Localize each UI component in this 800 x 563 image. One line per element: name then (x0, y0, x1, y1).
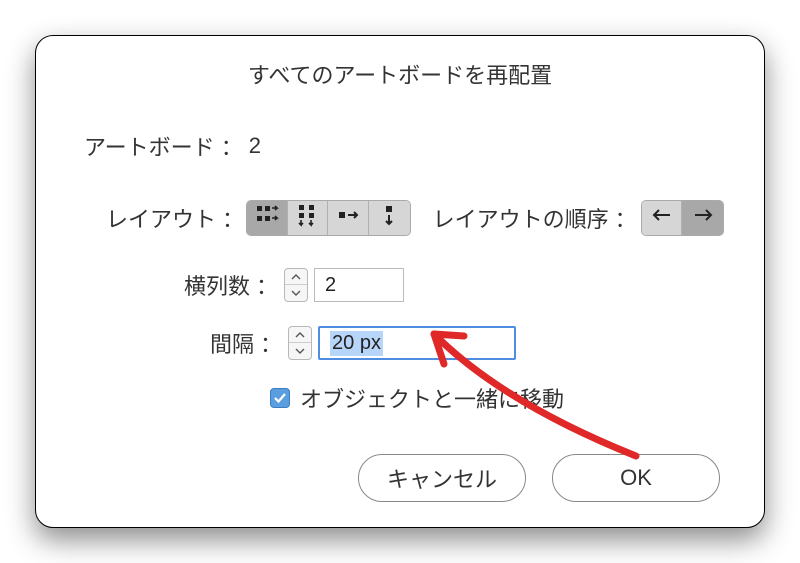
layout-row-button[interactable] (328, 201, 369, 235)
colon: ： (221, 130, 243, 162)
layout-grid-row-button[interactable] (247, 201, 288, 235)
cancel-button-label: キャンセル (387, 462, 497, 494)
order-icon-group (641, 200, 724, 236)
ok-button[interactable]: OK (552, 454, 720, 502)
layout-label: レイアウト (106, 202, 216, 234)
spacing-stepper[interactable] (288, 326, 312, 360)
layout-col-button[interactable] (369, 201, 410, 235)
layout-order-label: レイアウトの順序 (433, 202, 609, 234)
columns-stepper[interactable] (284, 268, 308, 302)
grid-col-icon (296, 203, 320, 233)
columns-row: 横列数 ： 2 (184, 268, 724, 302)
right-arrow-icon (691, 203, 715, 233)
layout-grid-col-button[interactable] (288, 201, 329, 235)
colon: ： (615, 202, 637, 234)
layout-icon-group (246, 200, 411, 236)
dialog-button-row: キャンセル OK (36, 454, 764, 502)
colon: ： (222, 202, 244, 234)
order-left-button[interactable] (642, 201, 683, 235)
move-with-objects-row: オブジェクトと一緒に移動 (270, 382, 724, 414)
spacing-row: 間隔 ： 20 px (210, 326, 724, 360)
grid-row-icon (255, 203, 279, 233)
left-arrow-icon (650, 203, 674, 233)
col-icon (377, 203, 401, 233)
columns-input[interactable]: 2 (314, 268, 404, 302)
columns-input-value: 2 (325, 274, 336, 297)
stepper-up-icon[interactable] (289, 327, 311, 343)
artboard-count-value: 2 (249, 133, 261, 159)
move-with-objects-label: オブジェクトと一緒に移動 (300, 382, 564, 414)
dialog-title: すべてのアートボードを再配置 (36, 58, 764, 90)
spacing-label: 間隔 (210, 327, 254, 359)
layout-row: レイアウト ： (106, 200, 724, 236)
move-with-objects-checkbox[interactable] (270, 388, 290, 408)
order-right-button[interactable] (682, 201, 723, 235)
artboard-count-row: アートボード ： 2 (84, 130, 724, 162)
stepper-down-icon[interactable] (289, 343, 311, 359)
columns-label: 横列数 (184, 269, 250, 301)
spacing-input[interactable]: 20 px (318, 326, 516, 360)
rearrange-artboards-dialog: すべてのアートボードを再配置 アートボード ： 2 レイアウト ： (35, 35, 765, 528)
colon: ： (256, 269, 278, 301)
dialog-content: アートボード ： 2 レイアウト ： (36, 130, 764, 414)
cancel-button[interactable]: キャンセル (358, 454, 526, 502)
row-icon (336, 203, 360, 233)
stepper-down-icon[interactable] (285, 285, 307, 301)
check-icon (273, 385, 287, 411)
spacing-input-value: 20 px (330, 331, 383, 356)
stepper-up-icon[interactable] (285, 269, 307, 285)
artboard-label: アートボード (84, 130, 215, 162)
ok-button-label: OK (620, 465, 652, 491)
colon: ： (260, 327, 282, 359)
